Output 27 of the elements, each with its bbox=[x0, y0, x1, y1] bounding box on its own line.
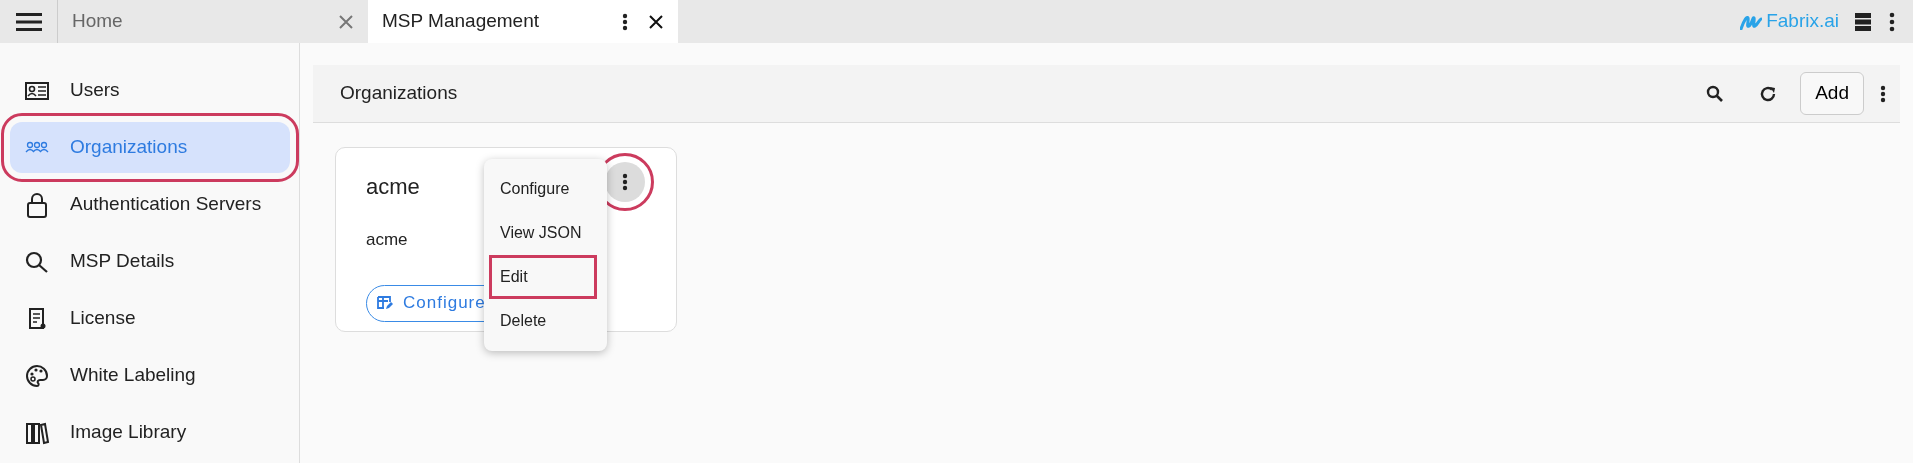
sidebar-item[interactable]: White Labeling bbox=[10, 350, 290, 401]
tab[interactable]: MSP Management bbox=[368, 0, 678, 43]
lock-icon bbox=[24, 191, 50, 218]
sidebar-item[interactable]: Image Library bbox=[10, 407, 290, 458]
add-button[interactable]: Add bbox=[1800, 72, 1864, 115]
palette-icon bbox=[24, 362, 50, 389]
close-icon bbox=[338, 13, 354, 30]
card-title: acme bbox=[366, 173, 420, 201]
sidebar-item[interactable]: Users bbox=[10, 65, 290, 116]
kebab-icon bbox=[1889, 11, 1895, 32]
search-icon bbox=[1706, 84, 1725, 103]
page-title: Organizations bbox=[340, 81, 458, 106]
sidebar-item[interactable]: Authentication Servers bbox=[10, 179, 290, 230]
menu-item[interactable]: View JSON bbox=[484, 211, 607, 255]
menu-icon bbox=[15, 11, 42, 32]
kebab-icon bbox=[622, 173, 628, 191]
sidebar-item[interactable]: MSP Details bbox=[10, 236, 290, 287]
sidebar-item[interactable]: License bbox=[10, 293, 290, 344]
logo-icon bbox=[1740, 13, 1763, 30]
kebab-icon bbox=[1880, 84, 1886, 103]
menu-item[interactable]: Configure bbox=[484, 167, 607, 211]
server-icon bbox=[1855, 12, 1871, 31]
kebab-icon bbox=[622, 12, 628, 31]
table-edit-icon bbox=[377, 295, 393, 311]
card-subtitle: acme bbox=[366, 229, 408, 251]
close-icon bbox=[648, 13, 664, 30]
brand-name: Fabrix.ai bbox=[1766, 9, 1839, 34]
